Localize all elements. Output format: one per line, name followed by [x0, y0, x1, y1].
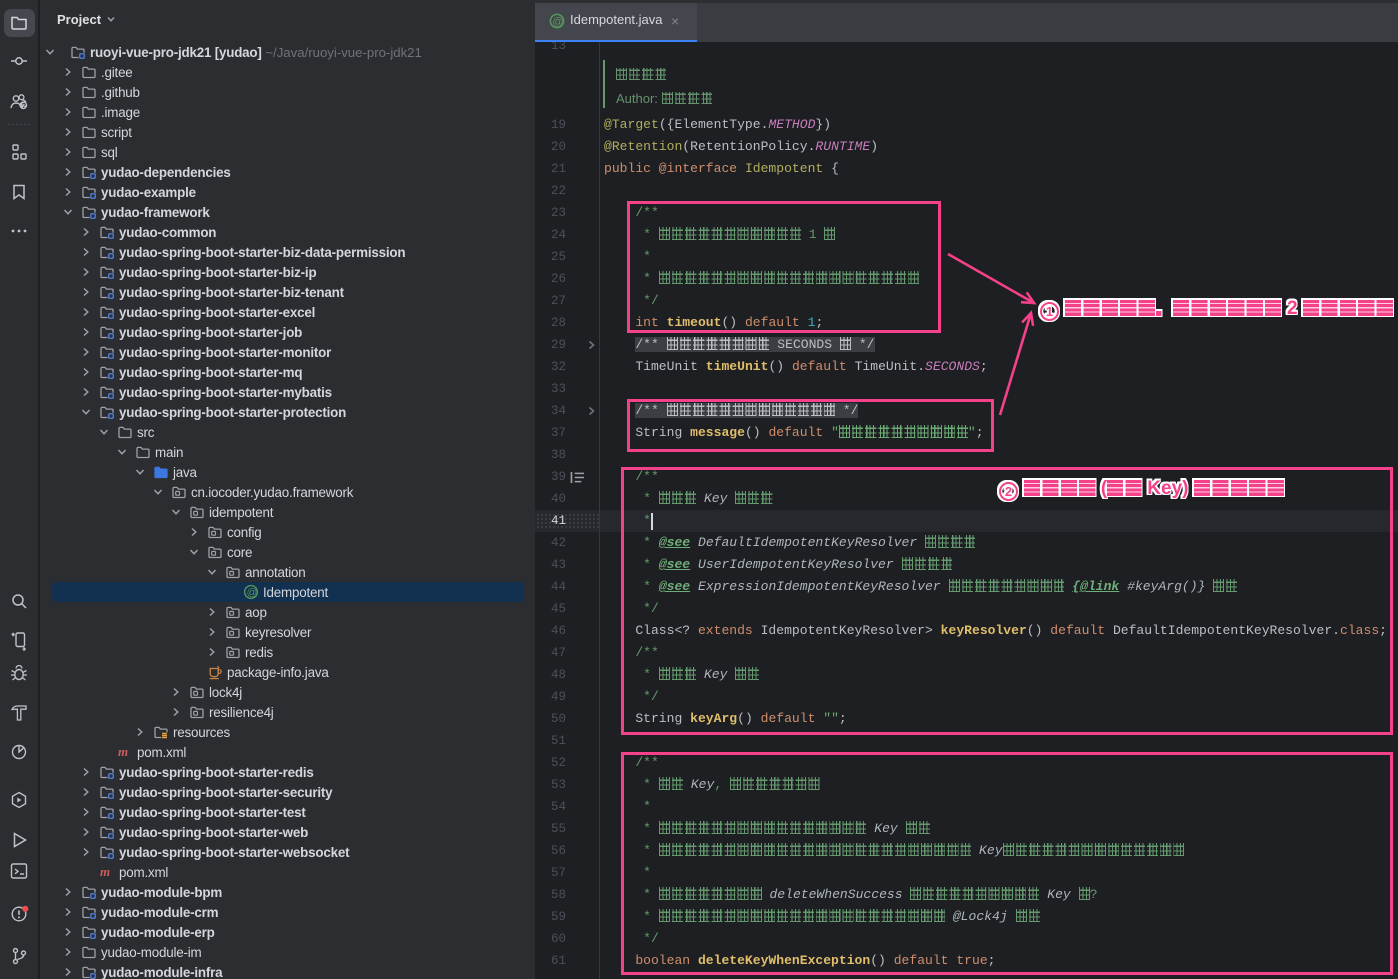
svg-text:m: m [100, 864, 110, 879]
svg-text:@: @ [552, 16, 563, 28]
svg-text:?: ? [22, 101, 27, 110]
svg-text:m: m [118, 744, 128, 759]
svg-text:@: @ [247, 587, 258, 599]
